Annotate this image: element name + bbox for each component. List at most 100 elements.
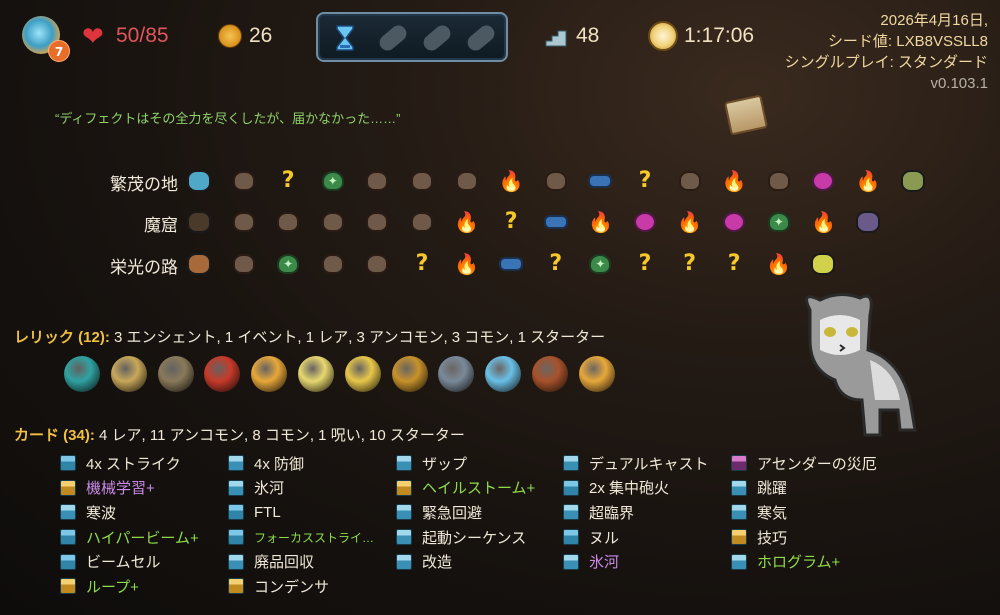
map-node-elite[interactable]: 🔥 (454, 251, 480, 277)
card-entry[interactable]: FTL (228, 500, 374, 525)
card-entry[interactable]: 機械学習+ (60, 476, 199, 501)
hourglass-potion-icon[interactable] (330, 23, 360, 53)
map-node-rest[interactable]: ✦ (587, 251, 613, 277)
spirit-icon[interactable] (485, 356, 522, 392)
gold-coin-relic-icon[interactable] (251, 356, 288, 392)
map-node-unknown[interactable]: ? (632, 251, 658, 277)
card-entry[interactable]: 4x 防御 (228, 451, 374, 476)
card-entry[interactable]: 4x ストライク (60, 451, 199, 476)
card-entry[interactable]: 寒気 (731, 500, 877, 525)
map-node-shop[interactable] (587, 168, 613, 194)
card-entry[interactable]: ホログラム+ (731, 549, 877, 574)
map-node-monster[interactable] (543, 168, 569, 194)
cards-summary: カード (34): 4 レア, 11 アンコモン, 8 コモン, 1 呪い, 1… (14, 424, 465, 445)
map-node-unknown[interactable]: ? (275, 168, 301, 194)
map-node-monster[interactable] (231, 209, 257, 235)
map-node-elite[interactable]: 🔥 (498, 168, 524, 194)
map-node-event[interactable] (632, 209, 658, 235)
map-node-monster[interactable] (677, 168, 703, 194)
sickle-icon[interactable] (157, 356, 194, 392)
map-node-monster[interactable] (320, 251, 346, 277)
map-node-boss[interactable] (855, 209, 881, 235)
map-node-elite[interactable]: 🔥 (721, 168, 747, 194)
empty-potion-slot[interactable] (376, 22, 410, 54)
map-node-rest[interactable]: ✦ (320, 168, 346, 194)
map-node-monster[interactable] (364, 209, 390, 235)
map-node-elite[interactable]: 🔥 (587, 209, 613, 235)
map-node-monster[interactable] (364, 251, 390, 277)
map-node-monster[interactable] (275, 209, 301, 235)
card-entry[interactable]: ハイパービーム+ (60, 525, 199, 550)
card-entry[interactable]: ビームセル (60, 549, 199, 574)
pear-icon[interactable] (298, 356, 334, 392)
map-node-monster[interactable] (320, 209, 346, 235)
floor-value: 48 (576, 24, 600, 47)
card-entry[interactable]: コンデンサ (228, 574, 374, 599)
card-entry[interactable]: ザップ (396, 451, 535, 476)
attack-card-icon (228, 529, 244, 546)
card-entry[interactable]: 跳躍 (731, 476, 877, 501)
map-node-monster[interactable] (766, 168, 792, 194)
card-entry[interactable]: 超臨界 (563, 500, 709, 525)
card-entry[interactable]: 技巧 (731, 525, 877, 550)
card-entry[interactable]: 廃品回収 (228, 549, 374, 574)
bossq-node-icon: ? (638, 168, 652, 193)
map-node-shop[interactable] (498, 251, 524, 277)
empty-potion-slot[interactable] (464, 22, 498, 54)
crown-icon[interactable] (391, 356, 428, 392)
map-node-event[interactable] (810, 168, 836, 194)
elite-node-icon: 🔥 (766, 252, 792, 276)
card-entry[interactable]: ループ+ (60, 574, 199, 599)
card-entry[interactable]: デュアルキャスト (563, 451, 709, 476)
map-node-monster[interactable] (364, 168, 390, 194)
trident-icon[interactable] (438, 356, 475, 392)
map-node-elite[interactable]: 🔥 (454, 209, 480, 235)
card-name: ザップ (422, 455, 468, 473)
map-node-elite[interactable]: 🔥 (677, 209, 703, 235)
card-entry[interactable]: フォーカスストライ… (228, 525, 374, 550)
golden-tablet-icon[interactable] (110, 356, 147, 392)
map-node-monster[interactable] (231, 168, 257, 194)
map-node-unknown[interactable]: ? (721, 251, 747, 277)
map-node-unknown[interactable]: ? (498, 209, 524, 235)
empty-potion-slot[interactable] (420, 22, 454, 54)
map-node-boss[interactable] (810, 251, 836, 277)
map-node-monster[interactable] (454, 168, 480, 194)
map-node-event[interactable] (721, 209, 747, 235)
map-node-boss[interactable] (186, 209, 212, 235)
card-entry[interactable]: アセンダーの災厄 (731, 451, 877, 476)
map-node-unknown[interactable]: ? (409, 251, 435, 277)
map-node-rest[interactable]: ✦ (766, 209, 792, 235)
map-node-rest[interactable]: ✦ (275, 251, 301, 277)
card-entry[interactable]: ヌル (563, 525, 709, 550)
card-entry[interactable]: 2x 集中砲火 (563, 476, 709, 501)
card-column: ザップヘイルストーム+ 緊急回避 起動シーケンス 改造 (396, 451, 535, 574)
feather-icon[interactable] (344, 356, 381, 392)
sunflower-pot-icon[interactable] (578, 356, 615, 392)
map-node-shop[interactable] (543, 209, 569, 235)
map-node-boss[interactable] (900, 168, 926, 194)
map-node-monster[interactable] (231, 251, 257, 277)
card-name: アセンダーの災厄 (757, 455, 877, 473)
card-entry[interactable]: ヘイルストーム+ (396, 476, 535, 501)
map-node-bossq[interactable]: ? (677, 251, 703, 277)
map-node-elite[interactable]: 🔥 (810, 209, 836, 235)
card-entry[interactable]: 寒波 (60, 500, 199, 525)
map-node-monster[interactable] (409, 168, 435, 194)
card-entry[interactable]: 緊急回避 (396, 500, 535, 525)
map-node-boss[interactable] (186, 168, 212, 194)
map-node-unknown[interactable]: ? (543, 251, 569, 277)
map-node-monster[interactable] (409, 209, 435, 235)
card-entry[interactable]: 氷河 (228, 476, 374, 501)
map-node-elite[interactable]: 🔥 (766, 251, 792, 277)
map-node-bossq[interactable]: ? (632, 168, 658, 194)
gold-value: 26 (249, 24, 273, 47)
map-node-boss[interactable] (186, 251, 212, 277)
crate-icon[interactable] (532, 356, 568, 392)
card-entry[interactable]: 氷河 (563, 549, 709, 574)
card-entry[interactable]: 改造 (396, 549, 535, 574)
drum-icon[interactable] (204, 356, 241, 392)
map-node-elite[interactable]: 🔥 (855, 168, 881, 194)
teal-orb-icon[interactable] (64, 356, 100, 392)
card-entry[interactable]: 起動シーケンス (396, 525, 535, 550)
